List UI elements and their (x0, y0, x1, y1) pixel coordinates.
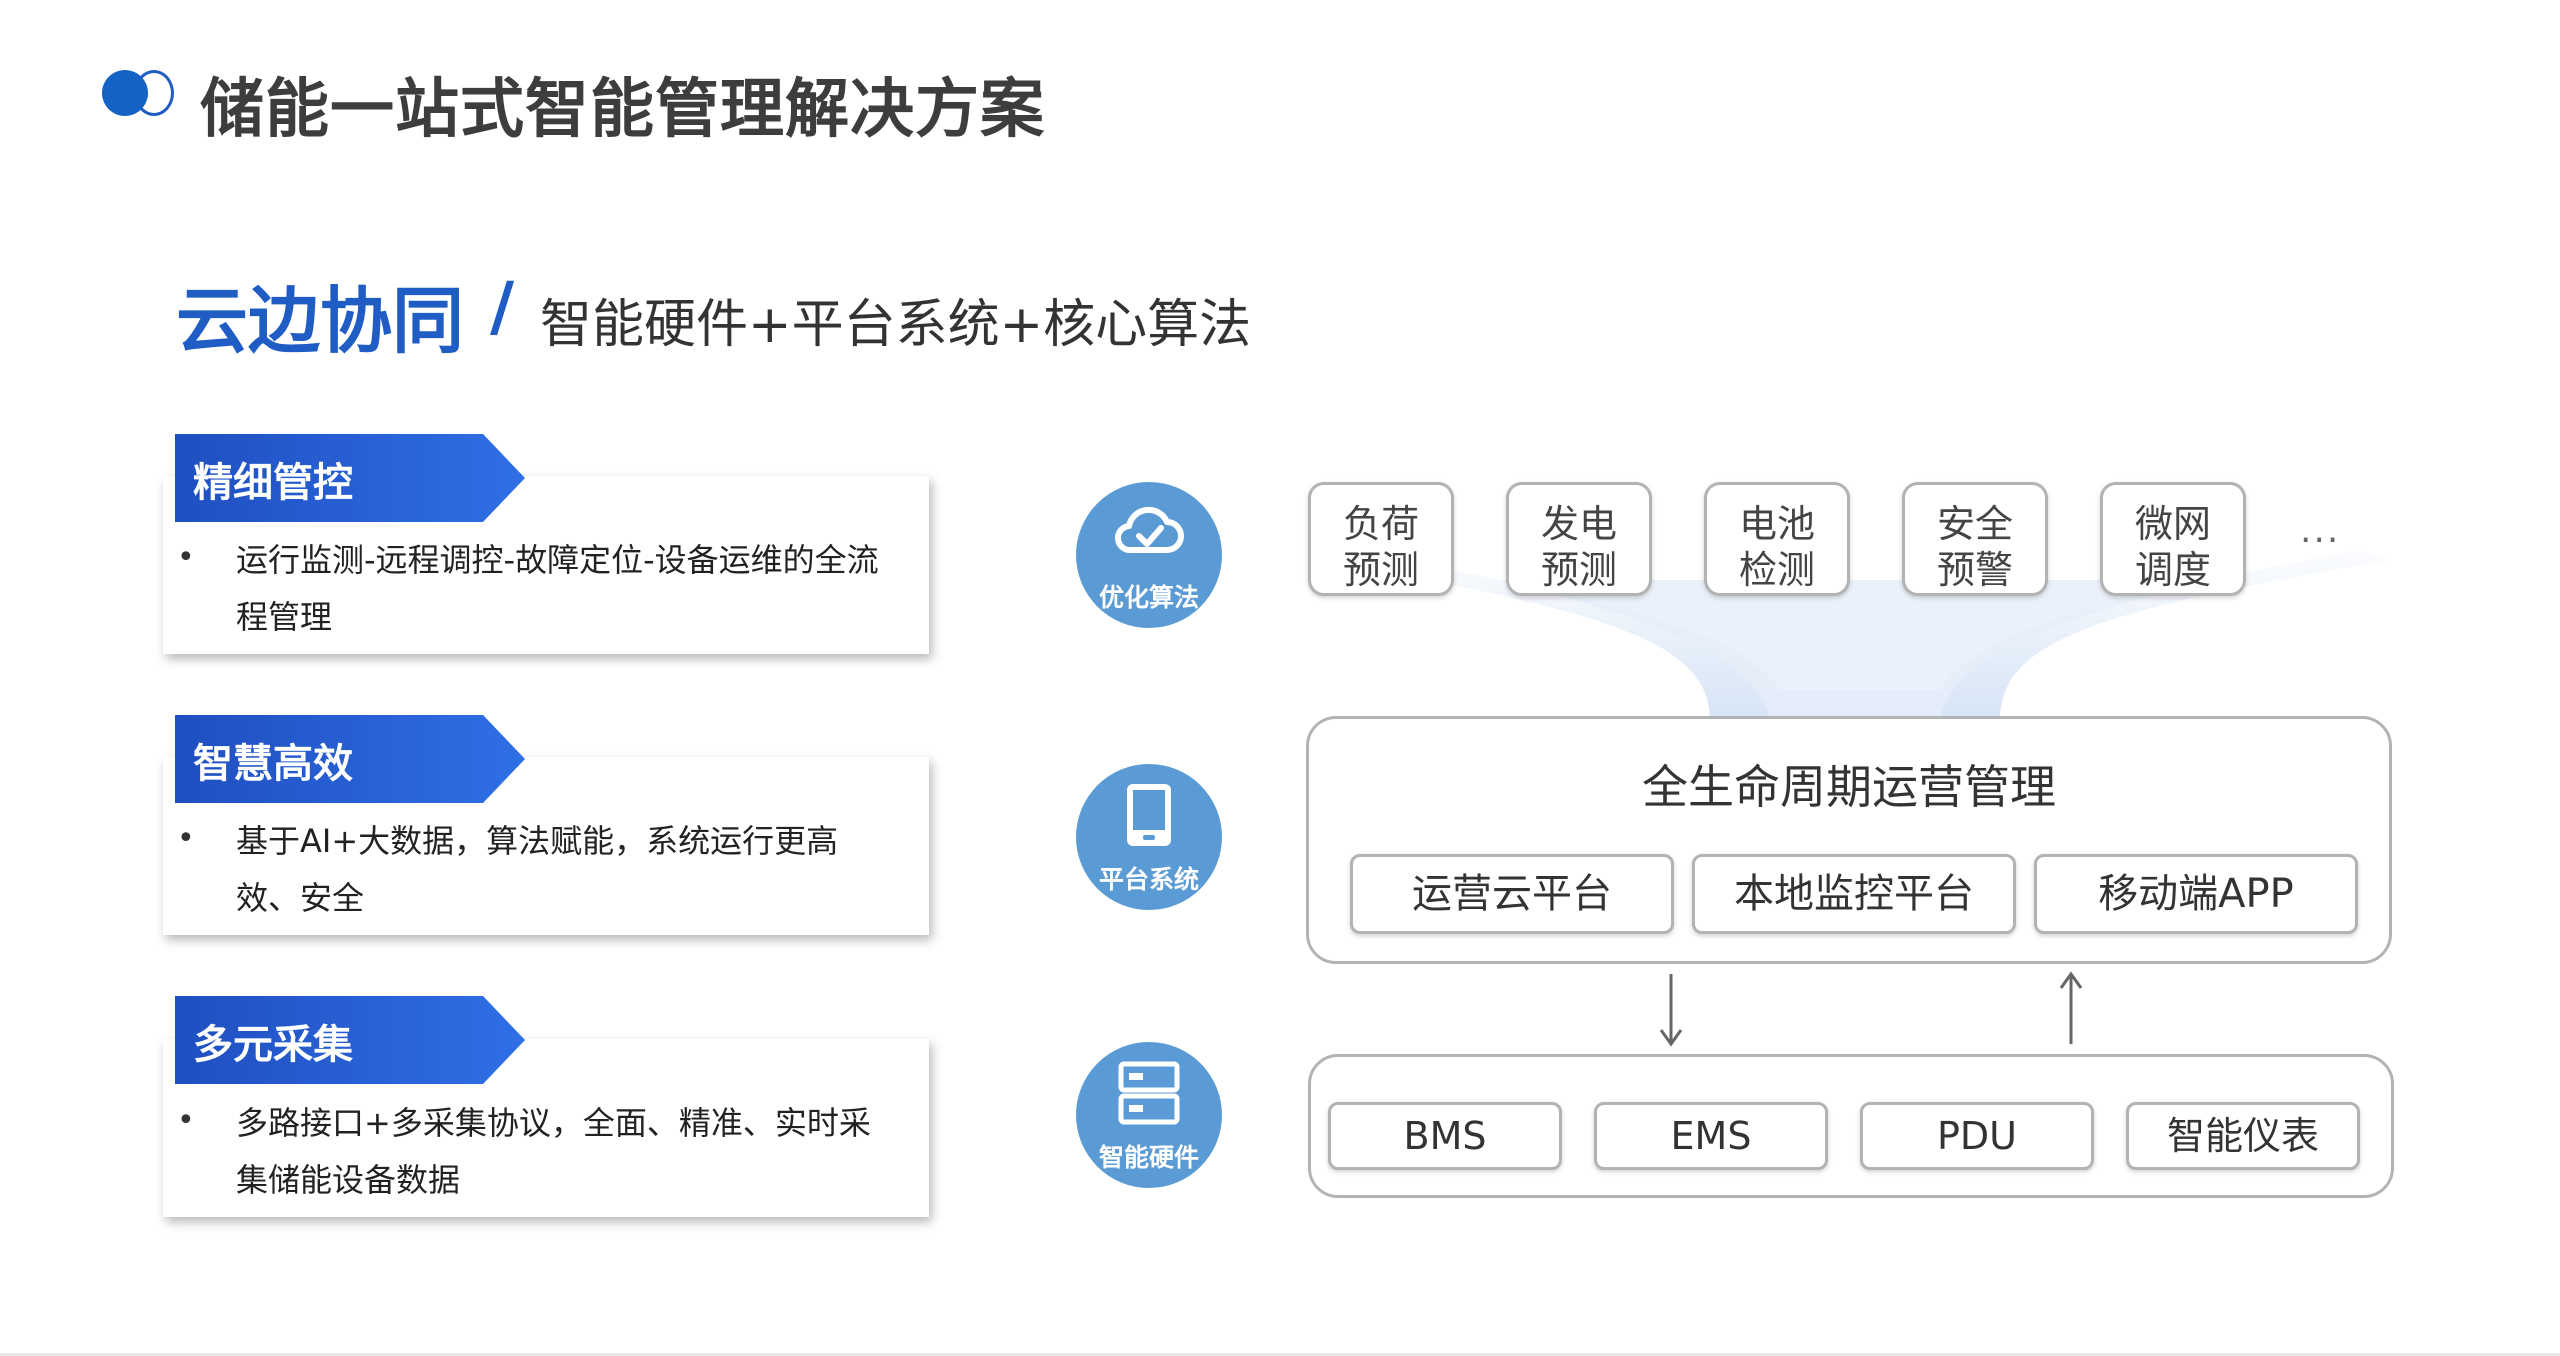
more-ellipsis: ... (2300, 510, 2341, 551)
bullet: • (177, 821, 195, 856)
layer-label: 优化算法 (1098, 583, 1199, 612)
algo-line-2: 预测 (1342, 548, 1419, 592)
tablet-icon (1127, 784, 1171, 846)
feature-tag-label: 智慧高效 (193, 741, 353, 787)
feature-tag-2: 智慧高效 (175, 715, 525, 803)
hardware-item-pdu: PDU (1860, 1102, 2094, 1170)
algo-line-2: 调度 (2134, 548, 2211, 592)
platform-title: 全生命周期运营管理 (1642, 760, 2056, 814)
algo-line-2: 预测 (1540, 548, 1617, 592)
algo-box-microgrid-dispatch: 微网 调度 (2100, 482, 2246, 596)
feature-tag-label: 精细管控 (193, 460, 353, 506)
page-title: 储能一站式智能管理解决方案 (200, 73, 1045, 147)
algo-box-battery-detection: 电池 检测 (1704, 482, 1850, 596)
server-icon (1118, 1061, 1180, 1125)
subtitle-rest: 智能硬件+平台系统+核心算法 (540, 295, 1252, 355)
platform-item-cloud: 运营云平台 (1350, 854, 1674, 934)
feature-text: 多路接口+多采集协议，全面、精准、实时采集储能设备数据 (236, 1104, 871, 1199)
feature-tag-1: 精细管控 (175, 434, 525, 522)
algo-box-safety-warning: 安全 预警 (1902, 482, 2048, 596)
algo-box-generation-forecast: 发电 预测 (1506, 482, 1652, 596)
feature-text: 运行监测-远程调控-故障定位-设备运维的全流程管理 (236, 541, 879, 636)
hardware-item-bms: BMS (1328, 1102, 1562, 1170)
platform-item-mobile-app: 移动端APP (2034, 854, 2358, 934)
algo-line-2: 预警 (1936, 548, 2013, 592)
layer-hardware: 智能硬件 (1076, 1042, 1222, 1188)
logo-dot-filled (102, 70, 148, 116)
feature-tag-label: 多元采集 (193, 1022, 353, 1068)
feature-tag-3: 多元采集 (175, 996, 525, 1084)
algo-box-load-forecast: 负荷 预测 (1308, 482, 1454, 596)
platform-item-local-monitor: 本地监控平台 (1692, 854, 2016, 934)
arrow-down-icon (1659, 974, 1683, 1047)
subtitle-main: 云边协同 (176, 279, 465, 363)
bullet: • (177, 540, 195, 575)
bullet: • (177, 1103, 195, 1138)
layer-algorithm: 优化算法 (1076, 482, 1222, 628)
layer-label: 平台系统 (1098, 865, 1199, 894)
arrow-up-icon (2059, 971, 2083, 1044)
feature-text: 基于AI+大数据，算法赋能，系统运行更高效、安全 (236, 822, 839, 917)
hardware-item-ems: EMS (1594, 1102, 1828, 1170)
layer-platform: 平台系统 (1076, 764, 1222, 910)
layer-label: 智能硬件 (1098, 1143, 1199, 1172)
algo-line-2: 检测 (1738, 548, 1815, 592)
hardware-item-smart-meter: 智能仪表 (2126, 1102, 2360, 1170)
subtitle-slash: / (490, 268, 515, 345)
cloud-check-icon (1115, 506, 1184, 554)
